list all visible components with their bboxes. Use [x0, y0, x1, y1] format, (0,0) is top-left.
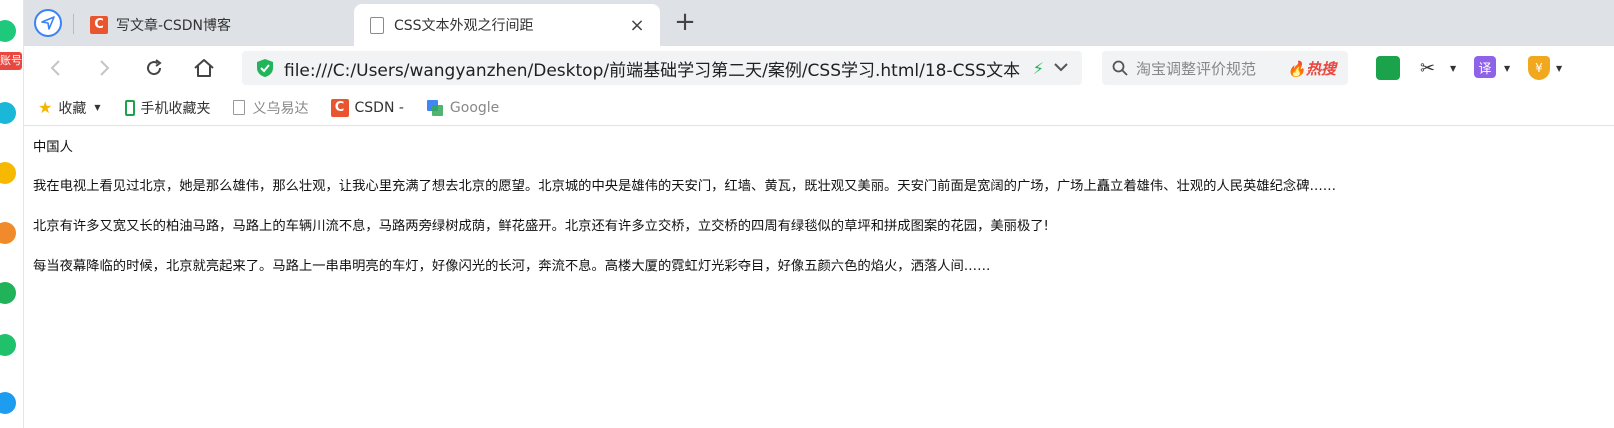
reload-icon[interactable]	[140, 54, 168, 82]
app-icon-yellow[interactable]	[0, 162, 16, 184]
paragraph: 我在电视上看见过北京，她是那么雄伟，那么壮观，让我心里充满了想去北京的愿望。北京…	[33, 179, 1337, 194]
bookmark-label: CSDN -	[354, 99, 404, 116]
side-app-strip: 账号	[0, 0, 24, 428]
close-tab-icon[interactable]: ×	[626, 14, 648, 36]
hot-search-text: 热搜	[1305, 59, 1336, 78]
phone-icon	[124, 99, 135, 116]
translate-icon[interactable]: 译	[1474, 56, 1496, 78]
tab-label: CSS文本外观之行间距	[394, 18, 534, 34]
bookmark-yiwu[interactable]: 义乌易达	[232, 98, 309, 118]
heading-text: 中国人	[33, 140, 73, 155]
book-extension-icon[interactable]	[1376, 56, 1400, 80]
tab-label: 写文章-CSDN博客	[116, 18, 231, 34]
toolbar: file:///C:/Users/wangyanzhen/Desktop/前端基…	[24, 46, 1614, 90]
search-input[interactable]: 淘宝调整评价规范	[1136, 58, 1287, 79]
tab-separator	[73, 14, 74, 34]
caret-down-icon[interactable]: ▼	[1504, 64, 1510, 73]
bookmark-favorites[interactable]: ★ 收藏 ▼	[24, 98, 103, 118]
chevron-down-icon[interactable]	[1054, 60, 1068, 76]
search-icon	[1112, 60, 1128, 76]
search-box[interactable]: 淘宝调整评价规范 🔥热搜	[1102, 51, 1348, 85]
app-icon-cyan[interactable]	[0, 102, 16, 124]
google-icon	[426, 99, 443, 116]
bookmark-label: 手机收藏夹	[140, 100, 211, 117]
url-text[interactable]: file:///C:/Users/wangyanzhen/Desktop/前端基…	[284, 56, 1023, 81]
star-icon: ★	[38, 98, 53, 117]
bookmark-google[interactable]: Google	[426, 99, 499, 117]
app-icon-green-2[interactable]	[0, 282, 16, 304]
document-icon	[232, 100, 245, 115]
scissors-icon[interactable]: ✂	[1420, 56, 1435, 80]
forward-icon[interactable]	[90, 54, 118, 82]
tab-css-line-height[interactable]: CSS文本外观之行间距 ×	[354, 4, 660, 46]
address-bar[interactable]: file:///C:/Users/wangyanzhen/Desktop/前端基…	[242, 51, 1082, 85]
bookmarks-bar: ★ 收藏 ▼ 手机收藏夹 义乌易达 C CSDN - Google	[24, 90, 1614, 126]
bookmark-label: 收藏	[58, 100, 87, 117]
paragraph: 北京有许多又宽又长的柏油马路，马路上的车辆川流不息，马路两旁绿树成荫，鲜花盛开。…	[33, 219, 1049, 234]
csdn-icon: C	[330, 98, 349, 117]
bookmark-label: Google	[449, 99, 500, 116]
shield-extension-icon[interactable]: ¥	[1528, 56, 1550, 80]
app-icon-blue[interactable]	[0, 392, 16, 414]
caret-down-icon[interactable]: ▼	[1556, 64, 1562, 73]
paragraph: 每当夜幕降临的时候，北京就亮起来了。马路上一串串明亮的车灯，好像闪光的长河，奔流…	[33, 259, 991, 274]
bookmark-label: 义乌易达	[252, 100, 309, 117]
bookmark-csdn[interactable]: C CSDN -	[330, 98, 404, 117]
navigate-icon[interactable]	[34, 9, 62, 37]
app-icon-green-3[interactable]	[0, 334, 16, 356]
hot-search-label[interactable]: 🔥热搜	[1287, 58, 1336, 79]
app-icon-green[interactable]	[0, 20, 16, 42]
app-icon-orange[interactable]	[0, 222, 16, 244]
bookmark-mobile[interactable]: 手机收藏夹	[124, 98, 211, 118]
tab-bar: C 写文章-CSDN博客 CSS文本外观之行间距 × +	[24, 0, 1614, 46]
shield-icon	[257, 59, 273, 77]
lightning-icon[interactable]: ⚡	[1033, 59, 1044, 78]
caret-down-icon[interactable]: ▼	[94, 103, 100, 112]
caret-down-icon[interactable]: ▼	[1450, 64, 1456, 73]
csdn-icon: C	[90, 16, 108, 34]
home-icon[interactable]	[190, 54, 218, 82]
tab-csdn-write[interactable]: C 写文章-CSDN博客	[78, 4, 354, 46]
page-content: 中国人 我在电视上看见过北京，她是那么雄伟，那么壮观，让我心里充满了想去北京的愿…	[24, 127, 1614, 428]
account-badge[interactable]: 账号	[0, 52, 22, 70]
new-tab-button[interactable]: +	[672, 9, 698, 36]
back-icon[interactable]	[42, 54, 70, 82]
document-icon	[370, 16, 384, 34]
